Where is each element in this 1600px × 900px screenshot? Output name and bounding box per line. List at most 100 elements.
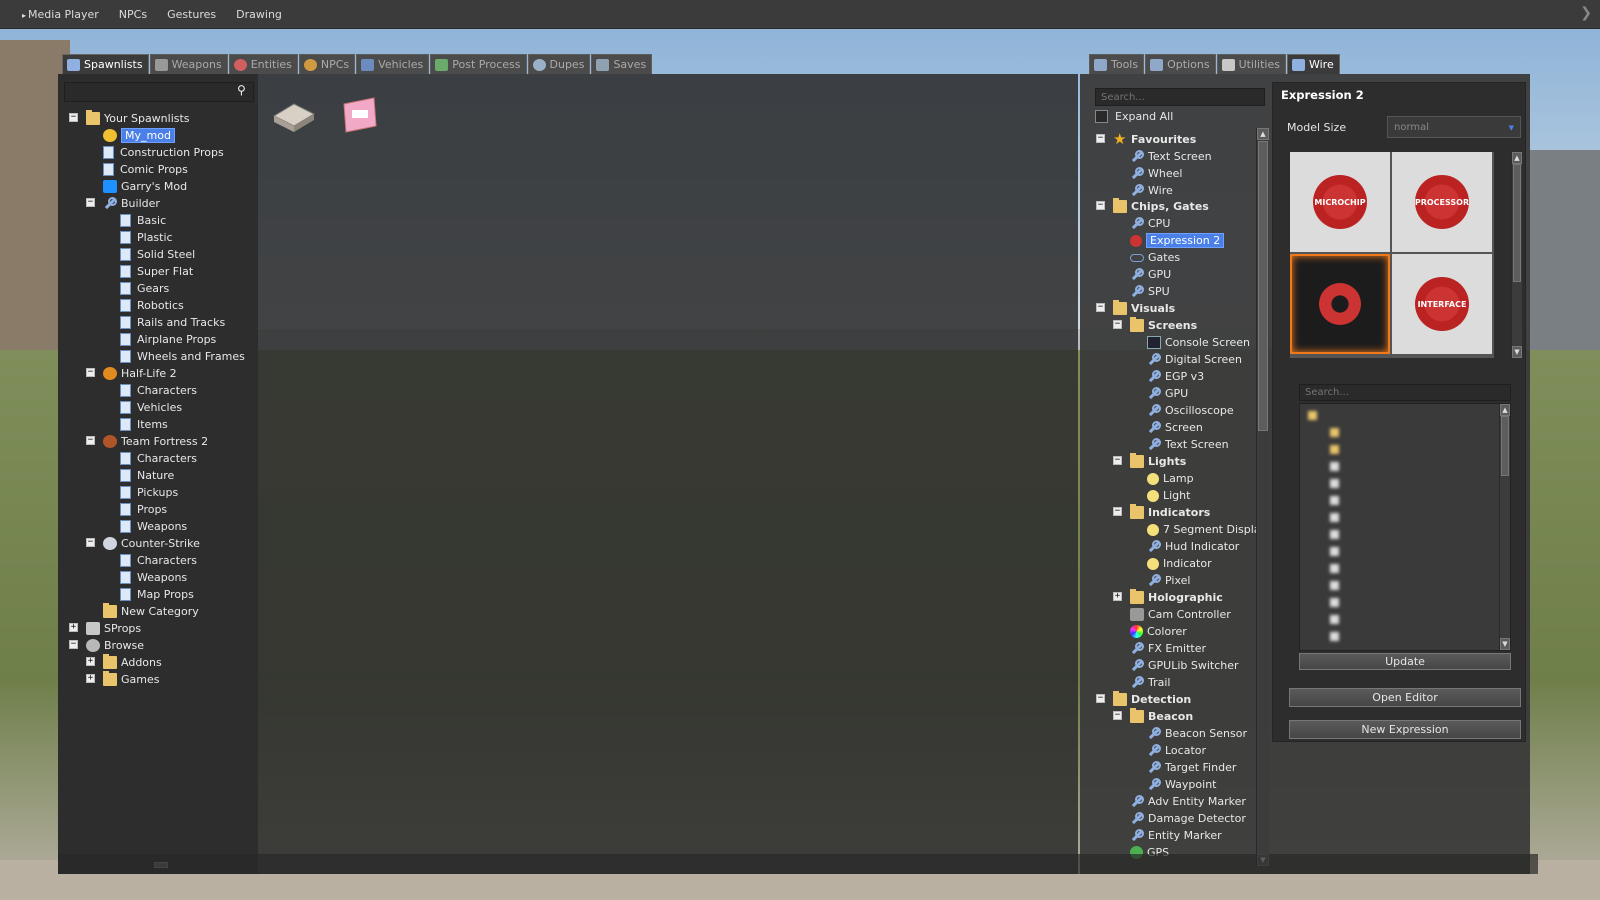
tree-digital-screen[interactable]: Digital Screen	[1147, 351, 1242, 368]
collapse-icon[interactable]: −	[86, 368, 95, 377]
tree-builder[interactable]: Builder	[103, 195, 160, 212]
tree-plastic[interactable]: Plastic	[120, 229, 173, 246]
tree-7-segment-display[interactable]: 7 Segment Display	[1147, 521, 1267, 538]
tree-screens-text-screen[interactable]: Text Screen	[1147, 436, 1229, 453]
tree-comic-props[interactable]: Comic Props	[103, 161, 188, 178]
tree-tf2-props[interactable]: Props	[120, 501, 167, 518]
file-row[interactable]	[1330, 510, 1348, 524]
file-row[interactable]	[1308, 408, 1326, 422]
collapse-icon[interactable]: −	[1096, 303, 1105, 312]
tab-tools[interactable]: Tools	[1089, 54, 1145, 74]
tree-cs-characters[interactable]: Characters	[120, 552, 197, 569]
file-row[interactable]	[1330, 476, 1348, 490]
tree-favourites[interactable]: ★ Favourites	[1113, 131, 1196, 148]
model-size-select[interactable]: normal ▼	[1387, 116, 1521, 138]
tree-cs-weapons[interactable]: Weapons	[120, 569, 187, 586]
scroll-up-icon[interactable]: ▲	[1500, 404, 1510, 416]
tree-screens-gpu[interactable]: GPU	[1147, 385, 1188, 402]
tab-vehicles[interactable]: Vehicles	[356, 54, 430, 74]
tab-options[interactable]: Options	[1145, 54, 1216, 74]
tree-console-screen[interactable]: Console Screen	[1147, 334, 1250, 351]
scroll-up-icon[interactable]: ▲	[1257, 128, 1269, 140]
tree-hud-indicator[interactable]: Hud Indicator	[1147, 538, 1239, 555]
file-row[interactable]	[1330, 527, 1348, 541]
tree-tf2-nature[interactable]: Nature	[120, 467, 174, 484]
tree-solid-steel[interactable]: Solid Steel	[120, 246, 195, 263]
tree-garrys-mod[interactable]: Garry's Mod	[103, 178, 187, 195]
expand-icon[interactable]: +	[69, 623, 78, 632]
file-row[interactable]	[1330, 459, 1348, 473]
file-row[interactable]	[1330, 425, 1348, 439]
tree-waypoint[interactable]: Waypoint	[1147, 776, 1216, 793]
collapse-icon[interactable]: −	[1113, 711, 1122, 720]
tree-visuals[interactable]: Visuals	[1113, 300, 1175, 317]
collapse-icon[interactable]: −	[1096, 134, 1105, 143]
file-row[interactable]	[1330, 442, 1348, 456]
spawn-icon-machine[interactable]	[270, 94, 320, 134]
tool-search-input[interactable]	[1095, 88, 1265, 106]
spawnlist-search-input[interactable]	[64, 82, 254, 102]
tree-browse[interactable]: Browse	[86, 637, 144, 654]
tree-my-mod[interactable]: My_mod	[103, 127, 175, 144]
tree-rails-and-tracks[interactable]: Rails and Tracks	[120, 314, 225, 331]
tree-adv-entity-marker[interactable]: Adv Entity Marker	[1130, 793, 1246, 810]
tree-beacon[interactable]: Beacon	[1130, 708, 1193, 725]
tree-fav-text-screen[interactable]: Text Screen	[1130, 148, 1212, 165]
scroll-down-icon[interactable]: ▼	[1512, 346, 1522, 358]
tab-weapons[interactable]: Weapons	[149, 54, 228, 74]
tree-entity-marker[interactable]: Entity Marker	[1130, 827, 1222, 844]
expand-icon[interactable]: +	[1113, 592, 1122, 601]
tree-lights[interactable]: Lights	[1130, 453, 1186, 470]
file-row[interactable]	[1330, 544, 1348, 558]
scroll-up-icon[interactable]: ▲	[1512, 152, 1522, 164]
collapse-icon[interactable]: −	[1096, 201, 1105, 210]
menu-npcs[interactable]: NPCs	[109, 8, 157, 21]
tree-hl2-characters[interactable]: Characters	[120, 382, 197, 399]
tree-your-spawnlists[interactable]: Your Spawnlists	[86, 110, 190, 127]
tree-basic[interactable]: Basic	[120, 212, 166, 229]
tree-tf2-characters[interactable]: Characters	[120, 450, 197, 467]
tab-post-process[interactable]: Post Process	[430, 54, 527, 74]
tree-gears[interactable]: Gears	[120, 280, 169, 297]
file-search-field[interactable]	[1300, 385, 1510, 400]
tree-fx-emitter[interactable]: FX Emitter	[1130, 640, 1206, 657]
tree-airplane-props[interactable]: Airplane Props	[120, 331, 216, 348]
tree-sprops[interactable]: SProps	[86, 620, 141, 637]
new-expression-button[interactable]: New Expression	[1289, 720, 1521, 739]
scrollbar-thumb[interactable]	[1513, 164, 1521, 282]
chevron-right-icon[interactable]: ❯	[1580, 5, 1592, 21]
file-row[interactable]	[1330, 561, 1348, 575]
collapse-icon[interactable]: −	[86, 436, 95, 445]
menu-gestures[interactable]: Gestures	[157, 8, 226, 21]
file-search-input[interactable]	[1299, 384, 1511, 401]
menu-drawing[interactable]: Drawing	[226, 8, 292, 21]
tree-screen[interactable]: Screen	[1147, 419, 1203, 436]
model-processor[interactable]: PROCESSOR	[1392, 152, 1492, 252]
update-button[interactable]: Update	[1299, 653, 1511, 670]
tree-holographic[interactable]: Holographic	[1130, 589, 1223, 606]
tree-fav-wheel[interactable]: Wheel	[1130, 165, 1182, 182]
collapse-icon[interactable]: −	[1113, 507, 1122, 516]
tree-half-life-2[interactable]: Half-Life 2	[103, 365, 177, 382]
tree-construction-props[interactable]: Construction Props	[103, 144, 224, 161]
tree-hl2-vehicles[interactable]: Vehicles	[120, 399, 182, 416]
tree-team-fortress-2[interactable]: Team Fortress 2	[103, 433, 208, 450]
tree-egp-v3[interactable]: EGP v3	[1147, 368, 1204, 385]
tree-detection[interactable]: Detection	[1113, 691, 1191, 708]
tree-oscilloscope[interactable]: Oscilloscope	[1147, 402, 1234, 419]
tree-target-finder[interactable]: Target Finder	[1147, 759, 1236, 776]
tree-trail[interactable]: Trail	[1130, 674, 1170, 691]
file-row[interactable]	[1330, 612, 1348, 626]
tree-super-flat[interactable]: Super Flat	[120, 263, 193, 280]
model-microchip[interactable]: MICROCHIP	[1290, 152, 1390, 252]
tree-pixel[interactable]: Pixel	[1147, 572, 1190, 589]
model-interface[interactable]: INTERFACE	[1392, 254, 1492, 354]
scroll-down-icon[interactable]: ▼	[1500, 638, 1510, 650]
tree-cam-controller[interactable]: Cam Controller	[1130, 606, 1231, 623]
open-editor-button[interactable]: Open Editor	[1289, 688, 1521, 707]
tree-cpu[interactable]: CPU	[1130, 215, 1170, 232]
tree-cs-map-props[interactable]: Map Props	[120, 586, 194, 603]
model-grid-scrollbar[interactable]: ▲ ▼	[1511, 152, 1522, 358]
tree-fav-wire[interactable]: Wire	[1130, 182, 1173, 199]
tree-damage-detector[interactable]: Damage Detector	[1130, 810, 1246, 827]
